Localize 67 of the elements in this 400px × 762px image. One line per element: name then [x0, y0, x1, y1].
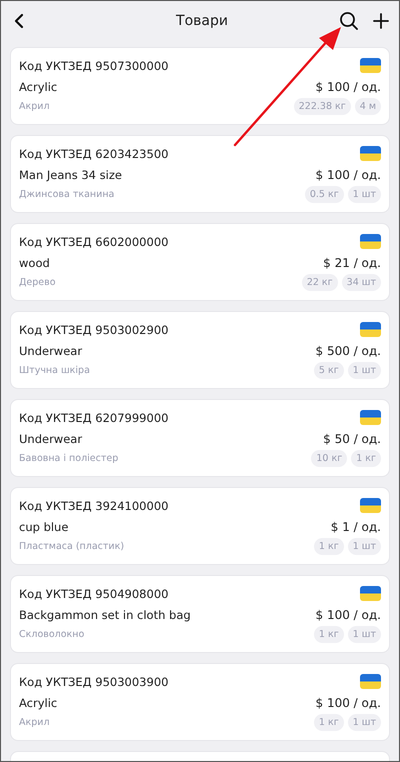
flag-icon [360, 58, 381, 73]
product-name: wood [19, 255, 51, 272]
flag-icon [360, 410, 381, 425]
search-icon[interactable] [337, 9, 361, 33]
flag-icon [360, 498, 381, 513]
quantity-chip: 1 кг [314, 626, 344, 643]
quantity-chip: 1 шт [348, 186, 381, 203]
product-price: $ 500 / од. [316, 343, 381, 360]
product-card[interactable]: Код УКТЗЕД 6602000000 wood Дерево $ 21 / од. 22 кг 34 шт [10, 223, 390, 301]
quantity-chip: 1 шт [348, 714, 381, 731]
flag-icon [360, 674, 381, 689]
quantity-chip: 1 кг [351, 450, 381, 467]
product-card[interactable]: Код УКТЗЕД 9503003900 Acrylic Акрил $ 100 / од. 1 кг 1 шт [10, 663, 390, 741]
quantity-chip: 22 кг [302, 274, 338, 291]
product-card[interactable]: Код УКТЗЕД 3924100000 cup blue Пластмаса (пластик) $ 1 / од. 1 кг 1 шт [10, 487, 390, 565]
product-material: Скловолокно [19, 628, 86, 642]
flag-icon [360, 146, 381, 161]
product-name: Acrylic [19, 79, 58, 96]
product-card[interactable]: Код УКТЗЕД 6203423500 Man Jeans 34 size Джинсова тканина $ 100 / од. 0.5 кг 1 шт [10, 135, 390, 213]
product-code: Код УКТЗЕД 6207999000 [19, 410, 168, 427]
product-code: Код УКТЗЕД 3924100000 [19, 498, 168, 515]
product-name: Man Jeans 34 size [19, 167, 123, 184]
product-material: Акрил [19, 716, 51, 730]
product-name: Acrylic [19, 695, 58, 712]
quantity-chip: 1 шт [348, 362, 381, 379]
flag-icon [360, 586, 381, 601]
quantity-chip: 1 шт [348, 626, 381, 643]
product-material: Бавовна і поліестер [19, 452, 120, 466]
product-name: cup blue [19, 519, 70, 536]
product-name: Backgammon set in cloth bag [19, 607, 191, 624]
page-title: Товари [175, 13, 229, 29]
product-code: Код УКТЗЕД 9503002900 [19, 322, 168, 339]
quantity-chip: 10 кг [311, 450, 348, 467]
add-icon[interactable] [371, 11, 391, 31]
quantity-chip: 34 шт [342, 274, 381, 291]
product-material: Пластмаса (пластик) [19, 540, 126, 554]
product-price: $ 50 / од. [323, 431, 381, 448]
product-material: Штучна шкіра [19, 364, 91, 378]
quantity-chip: 1 кг [314, 538, 344, 555]
product-material: Акрил [19, 100, 51, 114]
quantity-chip: 4 м [354, 98, 381, 115]
product-price: $ 1 / од. [330, 519, 381, 536]
product-code: Код УКТЗЕД 6602000000 [19, 234, 168, 251]
product-code: Код УКТЗЕД 9503003900 [19, 674, 168, 691]
product-material: Дерево [19, 276, 57, 290]
product-code: Код УКТЗЕД 9504908000 [19, 586, 170, 603]
product-name: Underwear [19, 343, 84, 360]
product-price: $ 100 / од. [316, 607, 381, 624]
product-card[interactable]: Код УКТЗЕД 9503002900 Underwear Штучна шкіра $ 500 / од. 5 кг 1 шт [10, 311, 390, 389]
product-price: $ 100 / од. [316, 79, 381, 96]
product-material: Джинсова тканина [19, 188, 116, 202]
product-price: $ 21 / од. [323, 255, 381, 272]
quantity-chip: 1 шт [348, 538, 381, 555]
product-code: Код УКТЗЕД 9507300000 [19, 58, 168, 75]
product-card[interactable]: Код УКТЗЕД 9504908000 Backgammon set in cloth bag Скловолокно $ 100 / од. 1 кг 1 шт [10, 575, 390, 653]
product-card[interactable]: Код УКТЗЕД 9507300000 Acrylic Акрил $ 100 / од. 222.38 кг 4 м [10, 47, 390, 125]
product-price: $ 100 / од. [316, 167, 381, 184]
flag-icon [360, 234, 381, 249]
quantity-chip: 0.5 кг [304, 186, 344, 203]
product-card[interactable]: Код УКТЗЕД 6207999000 Underwear Бавовна і поліестер $ 50 / од. 10 кг 1 кг [10, 399, 390, 477]
quantity-chip: 1 кг [314, 714, 344, 731]
product-code: Код УКТЗЕД 6203423500 [19, 146, 168, 163]
product-price: $ 100 / од. [316, 695, 381, 712]
flag-icon [360, 322, 381, 337]
quantity-chip: 222.38 кг [294, 98, 351, 115]
product-name: Underwear [19, 431, 84, 448]
quantity-chip: 5 кг [314, 362, 344, 379]
